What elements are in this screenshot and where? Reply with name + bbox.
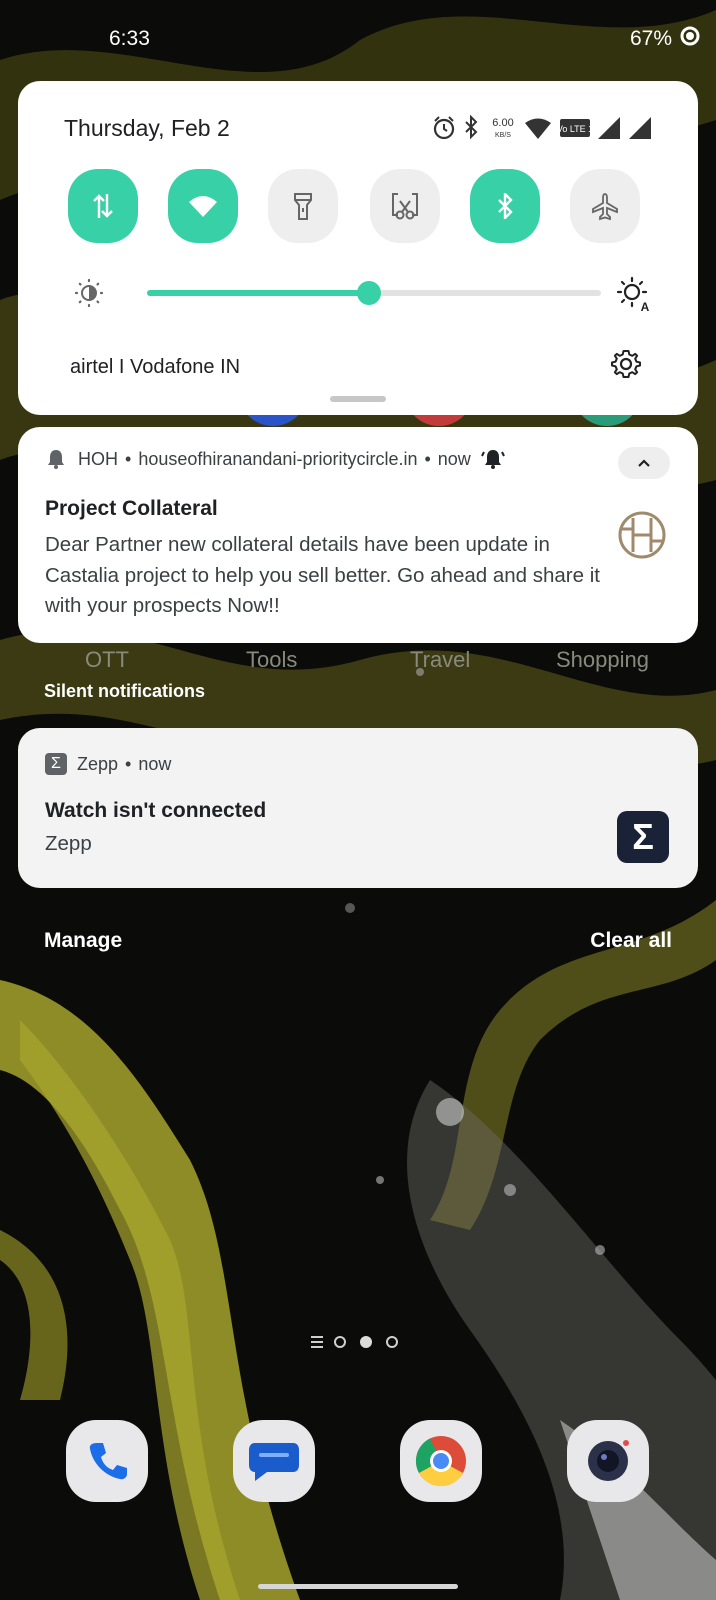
page-dot-active: [360, 1336, 372, 1348]
battery-percentage: 67%: [629, 27, 672, 50]
notification-app-name: Zepp: [77, 753, 119, 774]
flashlight-icon: [294, 193, 312, 220]
separator-dot: •: [125, 753, 132, 774]
quick-settings-panel: Thursday, Feb 2 6.00 KB/S Vo LTE 1 A air…: [18, 81, 698, 415]
toggle-flashlight[interactable]: [268, 169, 338, 243]
bell-small-icon: [48, 450, 64, 469]
notification-title: Project Collateral: [45, 497, 218, 520]
brightness-slider[interactable]: [147, 281, 601, 305]
notification-body: Zepp: [45, 832, 92, 855]
manage-notifications-button[interactable]: Manage: [44, 929, 122, 953]
camera-icon: [588, 1440, 629, 1481]
carrier-label: airtel I Vodafone IN: [70, 356, 241, 378]
page-dot: [386, 1336, 398, 1348]
toggle-airplane-mode[interactable]: [570, 169, 640, 243]
bluetooth-status-icon: [465, 115, 478, 140]
chevron-up-icon: [638, 459, 650, 467]
toggle-wifi[interactable]: [168, 169, 238, 243]
silent-notifications-header: Silent notifications: [44, 681, 206, 701]
qs-status-icons: 6.00 KB/S Vo LTE 1: [433, 115, 651, 140]
page-dot: [334, 1336, 346, 1348]
dock-messages[interactable]: [233, 1420, 315, 1502]
toggle-screenshot[interactable]: [370, 169, 440, 243]
notification-header: Σ Zepp • now: [45, 753, 171, 775]
expand-notification-button[interactable]: [618, 447, 670, 479]
svg-text:A: A: [641, 300, 650, 312]
qs-date: Thursday, Feb 2: [64, 115, 230, 141]
folder-label-tools: Tools: [246, 647, 298, 672]
messages-icon: [249, 1443, 299, 1481]
app-list-indicator-icon: [311, 1336, 323, 1348]
notification-source: houseofhiranandani-prioritycircle.in: [138, 448, 418, 469]
notification-time: now: [437, 448, 471, 469]
notification-hoh[interactable]: HOH • houseofhiranandani-prioritycircle.…: [18, 427, 698, 643]
hoh-logo-icon: [618, 511, 666, 559]
phone-icon: [89, 1443, 127, 1480]
dock-chrome[interactable]: [400, 1420, 482, 1502]
volte-icon: Vo LTE 1: [557, 119, 593, 137]
zepp-app-icon: Σ: [617, 811, 669, 863]
separator-dot: •: [424, 448, 431, 469]
battery-icon: [680, 26, 700, 46]
gesture-nav-handle[interactable]: [258, 1584, 458, 1589]
notification-zepp[interactable]: Σ Zepp • now Watch isn't connected Zepp …: [18, 728, 698, 888]
volte-label: Vo LTE 1: [557, 124, 593, 134]
wifi-icon: [189, 196, 217, 217]
wifi-status-icon: [525, 118, 551, 139]
toggle-bluetooth[interactable]: [470, 169, 540, 243]
notification-body: Dear Partner new collateral details have…: [45, 533, 600, 617]
signal-sim1-icon: [598, 117, 620, 139]
chrome-icon: [415, 1436, 466, 1487]
signal-sim2-icon: [629, 117, 651, 139]
brightness-low-icon: [74, 278, 104, 308]
qs-drag-handle[interactable]: [330, 396, 386, 402]
bluetooth-icon: [498, 193, 513, 219]
notification-app-name: HOH: [78, 448, 118, 469]
notification-header: HOH • houseofhiranandani-prioritycircle.…: [46, 446, 505, 472]
alerting-bell-icon: [480, 450, 505, 469]
dock-phone[interactable]: [66, 1420, 148, 1502]
status-time: 6:33: [109, 27, 150, 50]
zepp-small-icon: Σ: [45, 753, 67, 775]
folder-label-travel: Travel: [410, 647, 471, 672]
clear-all-button[interactable]: Clear all: [590, 929, 672, 953]
airplane-icon: [592, 193, 618, 221]
brightness-slider-thumb[interactable]: [357, 281, 382, 305]
net-speed-value: 6.00: [492, 117, 513, 129]
net-speed-unit: KB/S: [495, 132, 511, 139]
settings-gear-icon[interactable]: [610, 348, 642, 380]
notification-time: now: [138, 753, 172, 774]
dock-camera[interactable]: [567, 1420, 649, 1502]
separator-dot: •: [125, 448, 132, 469]
mobile-data-icon: [93, 194, 113, 218]
notification-title: Watch isn't connected: [45, 799, 267, 822]
folder-label-shopping: Shopping: [556, 647, 649, 672]
brightness-slider-fill: [147, 290, 370, 296]
screenshot-icon: [392, 193, 418, 220]
page-indicators[interactable]: [310, 1335, 412, 1349]
alarm-icon: [433, 116, 455, 140]
toggle-mobile-data[interactable]: [68, 169, 138, 243]
folder-label-ott: OTT: [85, 647, 129, 672]
net-speed-icon: 6.00 KB/S: [492, 117, 513, 139]
auto-brightness-icon[interactable]: A: [616, 276, 652, 312]
